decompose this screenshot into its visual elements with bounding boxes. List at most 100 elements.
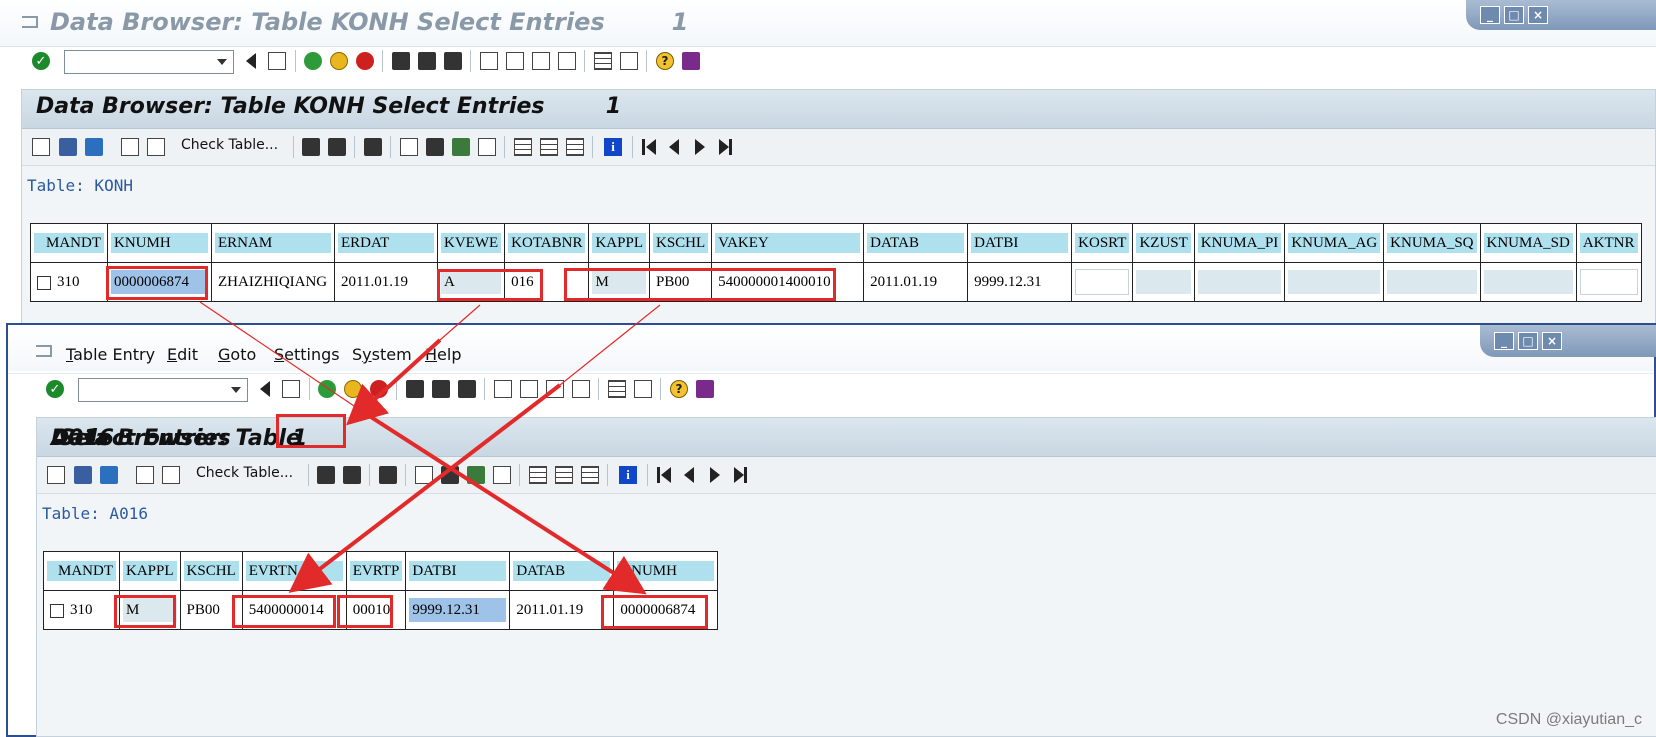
next-page-icon[interactable] <box>532 52 550 70</box>
export-icon[interactable] <box>467 466 485 484</box>
back-icon[interactable] <box>304 52 322 70</box>
column-header[interactable]: MANDT <box>30 223 108 263</box>
column-header[interactable]: KAPPL <box>119 551 181 591</box>
column-header[interactable]: KNUMA_SQ <box>1383 223 1481 263</box>
cell-kosrt[interactable] <box>1071 262 1134 302</box>
last-page-icon[interactable] <box>558 52 576 70</box>
close-button[interactable]: × <box>1528 6 1548 24</box>
enter-check-icon[interactable]: ✓ <box>32 52 50 70</box>
enter-check-icon[interactable]: ✓ <box>46 380 64 398</box>
chevron-down-icon[interactable] <box>231 387 241 393</box>
help-icon[interactable]: ? <box>656 52 674 70</box>
cell-erdat[interactable]: 2011.01.19 <box>334 262 438 302</box>
menu-edit[interactable]: Edit <box>167 345 198 364</box>
details-icon[interactable] <box>121 138 139 156</box>
cell-datbi[interactable]: 9999.12.31 <box>967 262 1073 302</box>
column-header[interactable]: DATBI <box>405 551 511 591</box>
choose-layout-icon[interactable] <box>529 466 547 484</box>
prev-page-icon[interactable] <box>684 467 694 483</box>
refresh-icon[interactable] <box>100 466 118 484</box>
glasses-icon[interactable] <box>47 466 65 484</box>
excel-icon[interactable] <box>415 466 433 484</box>
cell-mandt[interactable]: 310 <box>43 590 120 630</box>
shortcut-icon[interactable] <box>634 380 652 398</box>
cell-datbi[interactable]: 9999.12.31 <box>405 590 511 630</box>
check-table-button[interactable]: Check Table... <box>181 137 278 153</box>
layout-icon[interactable] <box>682 52 700 70</box>
column-header[interactable]: KNUMH <box>613 551 719 591</box>
prev-page-icon[interactable] <box>506 52 524 70</box>
column-header[interactable]: KSCHL <box>648 223 713 263</box>
column-header[interactable]: ERDAT <box>334 223 438 263</box>
column-header[interactable]: VAKEY <box>711 223 865 263</box>
cell-aktnr[interactable] <box>1575 262 1642 302</box>
first-page-icon[interactable] <box>480 52 498 70</box>
refresh-icon[interactable] <box>85 138 103 156</box>
cell-datab[interactable]: 2011.01.19 <box>863 262 969 302</box>
column-header[interactable]: KAPPL <box>588 223 650 263</box>
menu-system[interactable]: System <box>352 345 412 364</box>
next-page-icon[interactable] <box>546 380 564 398</box>
layout-icon[interactable] <box>696 380 714 398</box>
column-header[interactable]: KOSRT <box>1071 223 1134 263</box>
document-icon[interactable] <box>162 466 180 484</box>
column-header[interactable]: MANDT <box>43 551 120 591</box>
window-menu-icon[interactable] <box>36 345 52 357</box>
column-header[interactable]: KNUMA_SD <box>1479 223 1577 263</box>
menu-goto[interactable]: Goto <box>218 345 256 364</box>
save-layout-icon[interactable] <box>581 466 599 484</box>
maximize-button[interactable]: □ <box>1518 332 1538 350</box>
glasses-icon[interactable] <box>32 138 50 156</box>
column-header[interactable]: DATAB <box>509 551 615 591</box>
cell-kzust[interactable] <box>1132 262 1195 302</box>
save-layout-icon[interactable] <box>566 138 584 156</box>
filter-icon[interactable] <box>379 466 397 484</box>
find-icon[interactable] <box>418 52 436 70</box>
word-icon[interactable] <box>441 466 459 484</box>
row-select-checkbox[interactable] <box>50 603 64 618</box>
back-icon[interactable] <box>318 380 336 398</box>
column-header[interactable]: ERNAM <box>211 223 335 263</box>
create-session-icon[interactable] <box>608 380 626 398</box>
sort-ascending-icon[interactable] <box>317 466 335 484</box>
info-icon[interactable]: i <box>619 466 637 484</box>
next-page-icon[interactable] <box>695 139 705 155</box>
cancel-icon[interactable] <box>356 52 374 70</box>
row-select-checkbox[interactable] <box>37 275 51 290</box>
info-icon[interactable]: i <box>604 138 622 156</box>
menu-settings[interactable]: Settings <box>274 345 340 364</box>
abc-analysis-icon[interactable] <box>478 138 496 156</box>
first-page-icon[interactable] <box>646 139 656 155</box>
help-icon[interactable]: ? <box>670 380 688 398</box>
cell-datab[interactable]: 2011.01.19 <box>509 590 615 630</box>
column-header[interactable]: KOTABNR <box>504 223 590 263</box>
first-page-icon[interactable] <box>661 467 671 483</box>
check-table-button[interactable]: Check Table... <box>196 465 293 481</box>
prev-page-icon[interactable] <box>520 380 538 398</box>
change-layout-icon[interactable] <box>555 466 573 484</box>
sort-descending-icon[interactable] <box>328 138 346 156</box>
minimize-button[interactable]: _ <box>1494 332 1514 350</box>
collapse-icon[interactable] <box>260 381 270 397</box>
document-icon[interactable] <box>147 138 165 156</box>
excel-icon[interactable] <box>400 138 418 156</box>
close-button[interactable]: × <box>1542 332 1562 350</box>
cell-knuma-sq[interactable] <box>1383 262 1481 302</box>
abc-analysis-icon[interactable] <box>493 466 511 484</box>
details-icon[interactable] <box>136 466 154 484</box>
column-header[interactable]: EVRTP <box>345 551 407 591</box>
last-page-icon[interactable] <box>734 467 744 483</box>
last-page-icon[interactable] <box>572 380 590 398</box>
exit-icon[interactable] <box>330 52 348 70</box>
display-icon[interactable] <box>59 138 77 156</box>
filter-icon[interactable] <box>364 138 382 156</box>
column-header[interactable]: DATBI <box>967 223 1073 263</box>
exit-icon[interactable] <box>344 380 362 398</box>
print-icon[interactable] <box>392 52 410 70</box>
find-next-icon[interactable] <box>458 380 476 398</box>
collapse-icon[interactable] <box>246 53 256 69</box>
display-icon[interactable] <box>74 466 92 484</box>
cell-knuma-pi[interactable] <box>1193 262 1286 302</box>
last-page-icon[interactable] <box>719 139 729 155</box>
command-field[interactable] <box>78 378 248 402</box>
